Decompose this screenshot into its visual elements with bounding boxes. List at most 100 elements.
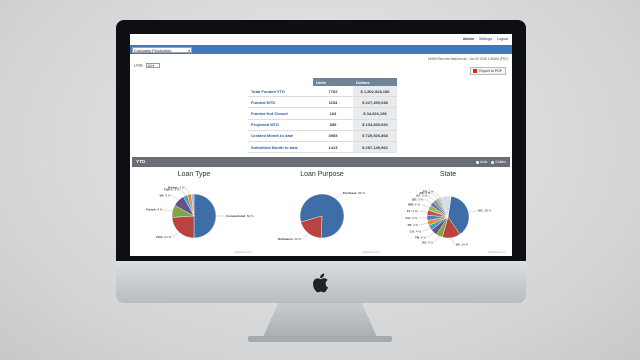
row-dollars: $ 34,620,196 <box>353 107 397 120</box>
apple-logo-icon <box>313 273 328 293</box>
slice-label: SC: 5 % <box>422 240 434 244</box>
monitor-stand <box>262 303 378 339</box>
slice-label: Conventional: 50 % <box>226 214 254 218</box>
row-units: 685 <box>313 119 353 131</box>
logout-link[interactable]: Logout <box>497 37 508 41</box>
summary-table: Units Dollars Total Funded YTD 7762 $ 1,50… <box>248 78 397 154</box>
slice-connector <box>420 204 430 208</box>
row-dollars: $ 287,149,964 <box>353 141 397 154</box>
slice-label: TN: 5 % <box>415 236 426 240</box>
company-select-value: Company Production <box>134 47 172 53</box>
row-units: 1413 <box>313 141 353 154</box>
slice-connector <box>431 192 438 200</box>
dashboard-screen: Admin Settings Logout Company Production… <box>130 34 512 256</box>
slice-label: TX: 4 % <box>407 223 418 227</box>
company-select[interactable]: Company Production ▾ <box>132 46 192 53</box>
slice-label: VA: 9 % <box>160 193 171 197</box>
slice-label: VA: 14 % <box>456 243 469 247</box>
slice-connector <box>426 232 434 238</box>
units-select[interactable]: All ▾ <box>145 63 160 68</box>
slice-label: Refinance: 20 % <box>278 237 301 241</box>
monitor-stand-base <box>248 336 392 342</box>
slice-label: Broker: 3 % <box>168 186 185 190</box>
table-row: Submitted Month to date 1413 $ 287,149,964 <box>248 141 397 154</box>
slice-connector <box>180 189 186 196</box>
table-header-blank <box>248 78 313 86</box>
slice-connector <box>302 233 309 239</box>
units-radio-label: Units <box>479 160 488 164</box>
slice-label: CA: 4 % <box>410 229 422 233</box>
chart-credit: Highcharts.com <box>487 251 506 254</box>
row-dollars: $ 1,502,928,180 <box>353 86 397 98</box>
dollars-radio[interactable] <box>491 160 495 164</box>
slice-connector <box>434 191 440 198</box>
slice-label: FL: 4 % <box>407 209 418 213</box>
admin-link[interactable]: Admin <box>463 37 474 41</box>
top-nav: Admin Settings Logout <box>459 37 508 41</box>
row-dollars: $ 725,526,868 <box>353 130 397 142</box>
loan-type-pie: Conventional: 50 % FHA: 24 % FarmA: 9 % VA:… <box>146 186 254 239</box>
state-chart: State NC: 38 % VA: 14 % SC: 5 % TN: 5 % CA: … <box>386 169 510 255</box>
table-row: Funded Not Closed 164 $ 34,620,196 <box>248 107 397 120</box>
slice-connector <box>163 209 173 212</box>
slice-connector <box>419 222 428 226</box>
chevron-down-icon: ▾ <box>188 48 190 53</box>
slice-connector <box>434 236 440 243</box>
table-header-units: Units <box>313 78 353 86</box>
state-pie: NC: 38 % VA: 14 % SC: 5 %TN: 5 % CA: 4 % TX:… <box>406 189 492 247</box>
slice-connector <box>451 237 455 245</box>
pie-slice-fha[interactable] <box>171 215 195 239</box>
slice-label: DE: 3 % <box>412 197 424 201</box>
units-filter: Units All ▾ <box>134 63 160 68</box>
dollars-radio-label: Dollars <box>495 160 506 164</box>
pdf-icon <box>473 69 478 74</box>
table-row: Projected MTD 685 $ 134,669,920 <box>248 119 397 131</box>
slice-connector <box>171 195 179 201</box>
slice-connector <box>172 231 180 238</box>
slice-label: FHA: 24 % <box>156 235 171 239</box>
loan-purpose-pie: Purchase: 80 % Refinance: 20 % <box>278 191 366 241</box>
table-row: Total Funded YTD 7762 $ 1,502,928,180 <box>248 86 397 98</box>
slice-label: TN: 2 % <box>423 189 434 193</box>
slice-connector <box>185 187 190 195</box>
ytd-title: YTD <box>136 159 146 164</box>
row-units: 164 <box>313 107 353 120</box>
pie-slice-conventional[interactable] <box>193 193 217 239</box>
chart-credit: Highcharts.com <box>233 251 252 254</box>
row-label[interactable]: Submitted Month to date <box>248 141 313 154</box>
slice-label: GA: 4 % <box>406 216 418 220</box>
row-label[interactable]: Total Funded YTD <box>248 86 313 98</box>
export-pdf-button[interactable]: Export to PDF <box>470 67 506 75</box>
company-bar: Company Production ▾ <box>130 45 512 54</box>
slice-connector <box>421 227 431 232</box>
units-label: Units <box>134 63 143 68</box>
ytd-section-header: YTD Units Dollars <box>132 157 510 167</box>
export-pdf-label: Export to PDF <box>479 69 502 73</box>
table-header-dollars: Dollars <box>353 78 397 86</box>
row-units: 7762 <box>313 86 353 98</box>
chart-credit: Highcharts.com <box>361 251 380 254</box>
loan-purpose-chart: Loan Purpose Purchase: 80 % Refinance: 20… <box>260 169 384 255</box>
table-row: Created Month to date 3965 $ 725,526,868 <box>248 130 397 142</box>
slice-label: MD: 4 % <box>408 202 420 206</box>
slice-connector <box>335 193 342 199</box>
row-units: 1154 <box>313 96 353 109</box>
row-label[interactable]: Funded MTD <box>248 96 313 109</box>
row-units: 3965 <box>313 130 353 142</box>
slice-connector <box>427 195 435 202</box>
row-label[interactable]: Funded Not Closed <box>248 107 313 120</box>
row-label[interactable]: Projected MTD <box>248 119 313 131</box>
slice-label: Purchase: 80 % <box>343 191 366 195</box>
table-row: Funded MTD 1154 $ 227,490,038 <box>248 96 397 109</box>
row-label[interactable]: Created Month to date <box>248 130 313 142</box>
records-info: 16966 Records Matched as : Jan 23 2015 1… <box>130 56 512 62</box>
ytd-toggle: Units Dollars <box>473 157 506 167</box>
units-radio[interactable] <box>475 160 479 164</box>
loan-type-chart: Loan Type Conventional: 50 % FHA: 24 % Far… <box>132 169 256 255</box>
units-select-value: All <box>147 64 152 68</box>
records-info-text: 16966 Records Matched as : Jan 23 2015 1… <box>427 57 508 61</box>
slice-label: FarmA: 9 % <box>146 208 163 212</box>
row-dollars: $ 134,669,920 <box>353 119 397 131</box>
settings-link[interactable]: Settings <box>479 37 492 41</box>
slice-connector <box>418 210 428 213</box>
